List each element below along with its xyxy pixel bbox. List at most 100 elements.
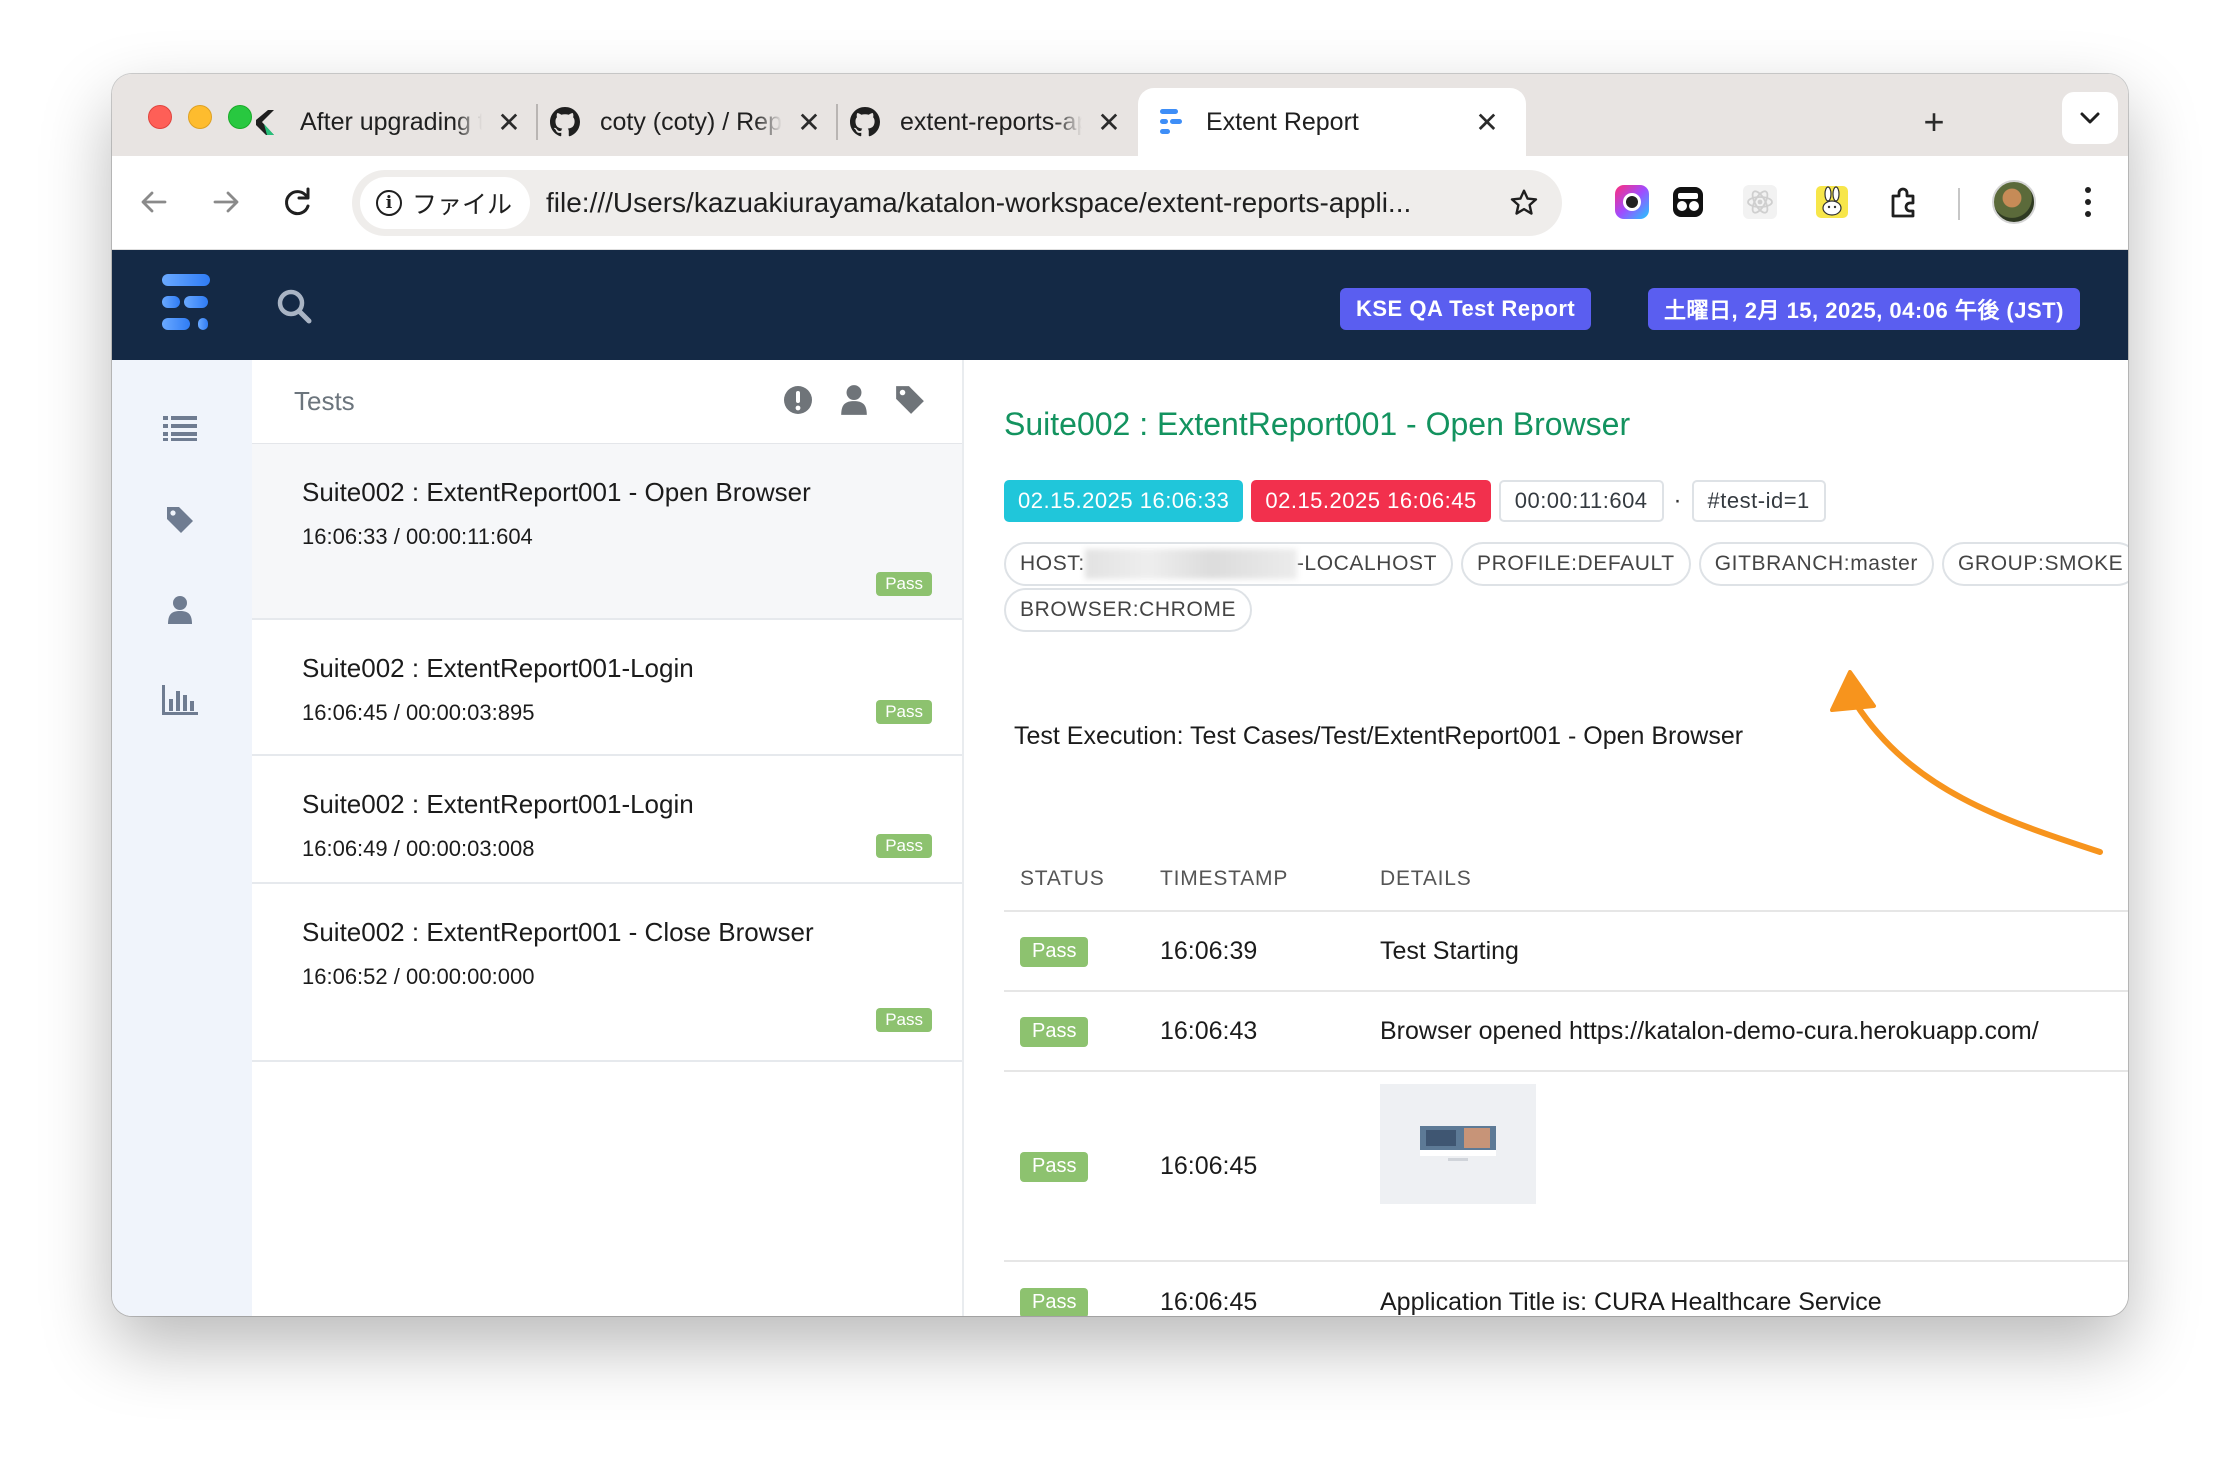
- log-timestamp: 16:06:39: [1160, 936, 1258, 965]
- test-list-title: Tests: [294, 386, 355, 416]
- pass-badge: Pass: [1020, 1151, 1089, 1182]
- browser-window: After upgrading to 9.0 ✕ coty (coty) / R…: [112, 74, 2128, 1316]
- end-time-badge: 02.15.2025 16:06:45: [1251, 480, 1491, 522]
- profile-tag[interactable]: PROFILE:DEFAULT: [1461, 542, 1691, 586]
- badge-separator: ·: [1673, 487, 1682, 514]
- host-tag[interactable]: HOST: -LOCALHOST: [1004, 542, 1454, 586]
- screenshot-image-icon: [1420, 1126, 1496, 1161]
- browser-menu-button[interactable]: [2068, 180, 2108, 224]
- menu-dot-icon: [2085, 211, 2091, 217]
- maximize-window-button[interactable]: [228, 105, 252, 129]
- tab-close-icon[interactable]: ✕: [792, 105, 826, 139]
- url-text[interactable]: file:///Users/kazuakiurayama/katalon-wor…: [546, 187, 1500, 219]
- back-button[interactable]: [130, 178, 178, 226]
- test-list-item[interactable]: Suite002 : ExtentReport001-Login 16:06:4…: [252, 756, 962, 884]
- chevron-down-icon: [2080, 112, 2100, 124]
- menu-dot-icon: [2085, 199, 2091, 205]
- pass-badge: Pass: [876, 834, 932, 858]
- log-timestamp: 16:06:43: [1160, 1016, 1258, 1045]
- test-id-badge: #test-id=1: [1691, 480, 1826, 522]
- test-list-item[interactable]: Suite002 : ExtentReport001 - Close Brows…: [252, 884, 962, 1062]
- color-picker-extension-icon[interactable]: [1612, 182, 1652, 222]
- tab-title: extent-reports-applied: [900, 107, 1082, 136]
- status-filter-icon[interactable]: [782, 384, 814, 423]
- log-timestamp: 16:06:45: [1160, 1151, 1258, 1180]
- log-row: Pass 16:06:45 Application Title is: CURA…: [1004, 1262, 2128, 1316]
- redacted-hostname: [1084, 549, 1297, 579]
- author-filter-icon[interactable]: [840, 384, 868, 423]
- new-tab-button[interactable]: +: [1912, 100, 1956, 144]
- arrow-left-icon: [141, 191, 167, 213]
- pass-badge: Pass: [1020, 1287, 1089, 1316]
- test-list-icon[interactable]: [156, 404, 204, 452]
- github-icon: [550, 107, 580, 137]
- log-details: Application Title is: CURA Healthcare Se…: [1380, 1287, 1882, 1316]
- pass-badge: Pass: [1020, 936, 1089, 967]
- report-name-badge: KSE QA Test Report: [1340, 288, 1592, 330]
- tab-divider: [836, 104, 838, 140]
- tab-close-icon[interactable]: ✕: [1470, 105, 1504, 139]
- host-suffix: -LOCALHOST: [1296, 552, 1438, 575]
- tab-strip: After upgrading to 9.0 ✕ coty (coty) / R…: [112, 74, 2128, 156]
- log-timestamp: 16:06:45: [1160, 1287, 1258, 1316]
- close-window-button[interactable]: [148, 105, 172, 129]
- tab-katalon-forum[interactable]: After upgrading to 9.0 ✕: [250, 88, 526, 156]
- minimize-window-button[interactable]: [188, 105, 212, 129]
- site-info-chip[interactable]: i ファイル: [360, 177, 531, 229]
- extent-logo-icon[interactable]: [158, 268, 214, 340]
- browser-toolbar: i ファイル file:///Users/kazuakiurayama/kata…: [112, 156, 2128, 250]
- log-table: STATUS TIMESTAMP DETAILS Pass 16:06:39 T…: [1004, 848, 2128, 1316]
- search-icon[interactable]: [274, 286, 314, 326]
- bookmark-star-icon[interactable]: [1500, 179, 1548, 227]
- log-row: Pass 16:06:43 Browser opened https://kat…: [1004, 992, 2128, 1072]
- info-icon: i: [376, 190, 402, 216]
- gitbranch-tag[interactable]: GITBRANCH:master: [1698, 542, 1934, 586]
- test-execution-path: Test Execution: Test Cases/Test/ExtentRe…: [1014, 722, 1744, 750]
- katalon-icon: [250, 107, 280, 137]
- duration-badge: 00:00:11:604: [1498, 480, 1664, 522]
- tag-icon[interactable]: [156, 496, 204, 544]
- host-prefix: HOST:: [1020, 552, 1085, 575]
- address-bar[interactable]: i ファイル file:///Users/kazuakiurayama/kata…: [352, 170, 1562, 236]
- tab-search-button[interactable]: [2062, 92, 2118, 144]
- author-icon[interactable]: [156, 586, 204, 634]
- tab-divider: [536, 104, 538, 140]
- dashboard-chart-icon[interactable]: [156, 676, 204, 724]
- tab-github-extent[interactable]: extent-reports-applied ✕: [850, 88, 1126, 156]
- timestamp-column-header: TIMESTAMP: [1160, 867, 1289, 890]
- arrow-right-icon: [213, 191, 239, 213]
- test-list-item[interactable]: Suite002 : ExtentReport001 - Open Browse…: [252, 444, 962, 620]
- test-duration: 16:06:45 / 00:00:03:895: [302, 700, 535, 725]
- rabbit-extension-icon[interactable]: [1812, 182, 1852, 222]
- test-list-filters: [782, 384, 926, 423]
- tab-extent-report[interactable]: Extent Report ✕: [1138, 88, 1526, 156]
- profile-avatar[interactable]: [1992, 180, 2036, 224]
- time-badges: 02.15.2025 16:06:33 02.15.2025 16:06:45 …: [1004, 480, 1826, 522]
- details-column-header: DETAILS: [1380, 867, 1472, 890]
- tab-github-coty[interactable]: coty (coty) / Repositories ✕: [550, 88, 826, 156]
- tab-close-icon[interactable]: ✕: [492, 105, 526, 139]
- test-list-item[interactable]: Suite002 : ExtentReport001-Login 16:06:4…: [252, 620, 962, 756]
- tab-title: coty (coty) / Repositories: [600, 107, 782, 136]
- test-duration: 16:06:33 / 00:00:11:604: [302, 524, 533, 549]
- status-column-header: STATUS: [1020, 867, 1105, 890]
- log-details: Browser opened https://katalon-demo-cura…: [1380, 1016, 2039, 1045]
- extensions-puzzle-icon[interactable]: [1884, 182, 1924, 222]
- incognito-extension-icon[interactable]: [1668, 182, 1708, 222]
- forward-button[interactable]: [202, 178, 250, 226]
- report-header: KSE QA Test Report 土曜日, 2月 15, 2025, 04:…: [112, 250, 2128, 360]
- test-duration: 16:06:49 / 00:00:03:008: [302, 836, 535, 861]
- reload-button[interactable]: [274, 178, 322, 226]
- test-list-header: Tests: [252, 360, 962, 444]
- test-name: Suite002 : ExtentReport001 - Close Brows…: [302, 917, 814, 947]
- react-devtools-icon[interactable]: [1740, 182, 1780, 222]
- tab-title: Extent Report: [1206, 107, 1359, 136]
- group-tag[interactable]: GROUP:SMOKE: [1942, 542, 2128, 586]
- log-details: Test Starting: [1380, 936, 1519, 965]
- screenshot-thumbnail[interactable]: [1380, 1084, 1536, 1204]
- tab-close-icon[interactable]: ✕: [1092, 105, 1126, 139]
- tag-filter-icon[interactable]: [894, 384, 926, 423]
- start-time-badge: 02.15.2025 16:06:33: [1004, 480, 1244, 522]
- side-navigation: [112, 360, 252, 1316]
- browser-tag[interactable]: BROWSER:CHROME: [1004, 588, 1253, 632]
